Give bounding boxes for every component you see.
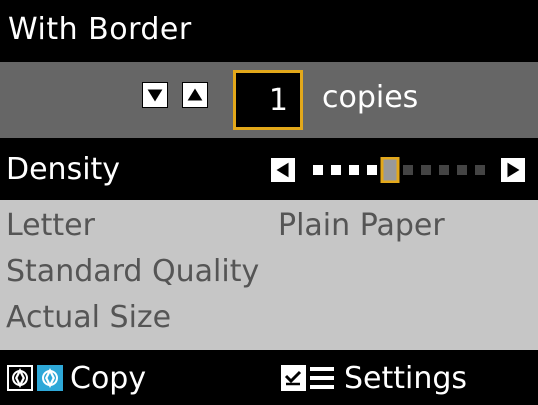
paper-type-text: Plain Paper	[278, 208, 445, 243]
printer-lcd-screen: With Border 1 copies Density Letter Plai…	[0, 0, 538, 405]
copies-row: 1 copies	[0, 62, 538, 138]
decrease-copies-button[interactable]	[142, 82, 168, 108]
copies-field[interactable]: 1	[233, 70, 303, 130]
size-text: Actual Size	[6, 300, 172, 335]
copy-button[interactable]	[6, 364, 64, 392]
up-triangle-icon	[187, 88, 203, 101]
settings-label: Settings	[344, 361, 468, 396]
density-segment	[349, 165, 359, 175]
right-triangle-icon	[507, 162, 520, 178]
increase-copies-button[interactable]	[182, 82, 208, 108]
left-triangle-icon	[276, 162, 289, 178]
copy-label: Copy	[70, 361, 147, 396]
title-bar: With Border	[0, 0, 538, 58]
density-segment	[403, 165, 413, 175]
density-segment	[421, 165, 431, 175]
density-segment	[331, 165, 341, 175]
settings-summary-panel: Letter Plain Paper Standard Quality Actu…	[0, 200, 538, 350]
density-segment	[457, 165, 467, 175]
density-segment	[313, 165, 323, 175]
menu-icon	[281, 365, 334, 391]
quality-text: Standard Quality	[6, 254, 260, 289]
copies-label: copies	[322, 80, 419, 115]
down-triangle-icon	[147, 89, 163, 102]
density-decrease-button[interactable]	[270, 157, 296, 183]
density-row: Density	[0, 140, 538, 200]
page-title: With Border	[8, 11, 192, 47]
density-label: Density	[6, 152, 121, 187]
bottom-bar: Copy Settings	[0, 350, 538, 405]
start-bw-icon	[7, 365, 33, 391]
copies-value: 1	[268, 82, 288, 118]
settings-button[interactable]	[280, 364, 336, 392]
density-marker[interactable]	[380, 157, 400, 183]
start-color-icon	[37, 365, 63, 391]
density-segment	[367, 165, 377, 175]
density-segment	[475, 165, 485, 175]
density-slider[interactable]	[307, 157, 493, 183]
density-segment	[439, 165, 449, 175]
paper-size-text: Letter	[6, 208, 95, 243]
density-increase-button[interactable]	[500, 157, 526, 183]
